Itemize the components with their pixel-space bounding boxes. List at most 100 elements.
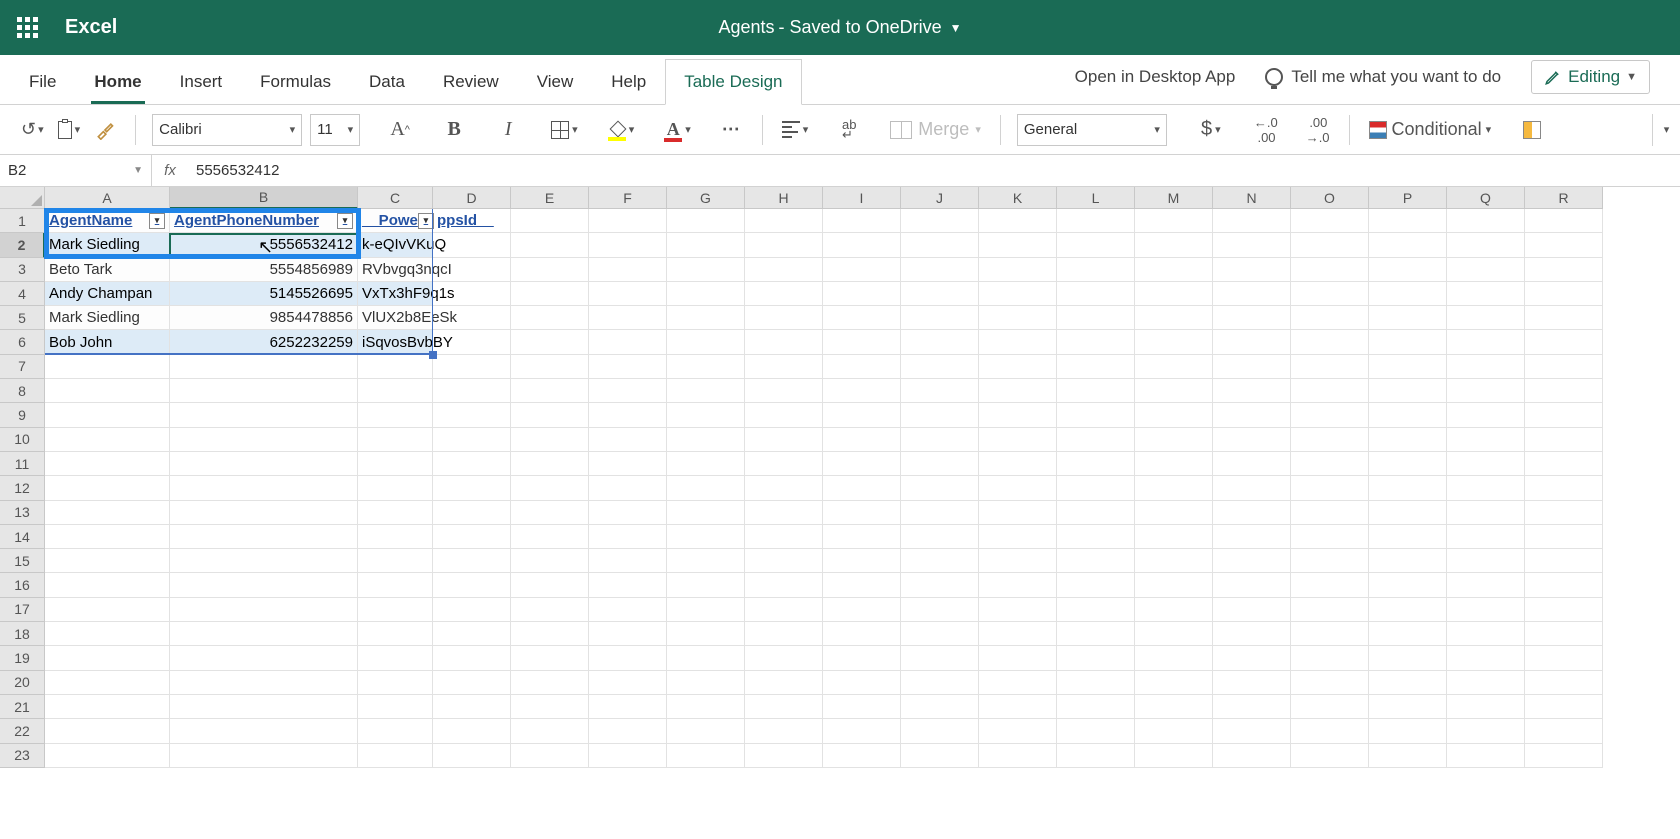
- cell-B8[interactable]: [170, 379, 358, 403]
- cell-K21[interactable]: [979, 695, 1057, 719]
- cell-P3[interactable]: [1369, 258, 1447, 282]
- cell-B18[interactable]: [170, 622, 358, 646]
- cell-B23[interactable]: [170, 744, 358, 768]
- cell-N16[interactable]: [1213, 573, 1291, 597]
- cell-R16[interactable]: [1525, 573, 1603, 597]
- cell-Q22[interactable]: [1447, 719, 1525, 743]
- cell-E18[interactable]: [511, 622, 589, 646]
- font-name-select[interactable]: Calibri▾: [152, 114, 302, 146]
- column-header-J[interactable]: J: [901, 187, 979, 209]
- cell-P20[interactable]: [1369, 671, 1447, 695]
- filter-button[interactable]: ▾: [149, 213, 165, 229]
- cell-I17[interactable]: [823, 598, 901, 622]
- cell-L8[interactable]: [1057, 379, 1135, 403]
- cell-J5[interactable]: [901, 306, 979, 330]
- column-header-R[interactable]: R: [1525, 187, 1603, 209]
- cell-A18[interactable]: [45, 622, 170, 646]
- row-header-10[interactable]: 10: [0, 428, 45, 452]
- cell-E3[interactable]: [511, 258, 589, 282]
- cell-P6[interactable]: [1369, 330, 1447, 354]
- cell-F11[interactable]: [589, 452, 667, 476]
- cell-A20[interactable]: [45, 671, 170, 695]
- cell-E15[interactable]: [511, 549, 589, 573]
- cell-K10[interactable]: [979, 428, 1057, 452]
- filter-button[interactable]: ▾: [418, 213, 434, 229]
- column-header-L[interactable]: L: [1057, 187, 1135, 209]
- more-font-options[interactable]: ⋯: [718, 114, 746, 146]
- cell-M19[interactable]: [1135, 646, 1213, 670]
- cell-H18[interactable]: [745, 622, 823, 646]
- font-color-dropdown[interactable]: A▾: [661, 114, 694, 146]
- cell-K15[interactable]: [979, 549, 1057, 573]
- cell-P2[interactable]: [1369, 233, 1447, 257]
- cell-O15[interactable]: [1291, 549, 1369, 573]
- number-format-select[interactable]: General▾: [1017, 114, 1167, 146]
- tab-review[interactable]: Review: [424, 59, 518, 104]
- cell-H12[interactable]: [745, 476, 823, 500]
- cell-D10[interactable]: [433, 428, 511, 452]
- cell-H8[interactable]: [745, 379, 823, 403]
- cell-D7[interactable]: [433, 355, 511, 379]
- column-header-O[interactable]: O: [1291, 187, 1369, 209]
- cell-E8[interactable]: [511, 379, 589, 403]
- cell-I22[interactable]: [823, 719, 901, 743]
- cell-H23[interactable]: [745, 744, 823, 768]
- cell-R20[interactable]: [1525, 671, 1603, 695]
- cell-H17[interactable]: [745, 598, 823, 622]
- cell-F13[interactable]: [589, 501, 667, 525]
- cell-O4[interactable]: [1291, 282, 1369, 306]
- cell-I15[interactable]: [823, 549, 901, 573]
- cell-N17[interactable]: [1213, 598, 1291, 622]
- cell-J1[interactable]: [901, 209, 979, 233]
- cell-E19[interactable]: [511, 646, 589, 670]
- app-launcher-icon[interactable]: [0, 0, 55, 55]
- cell-B19[interactable]: [170, 646, 358, 670]
- cell-C18[interactable]: [358, 622, 433, 646]
- cell-Q1[interactable]: [1447, 209, 1525, 233]
- cell-C5[interactable]: VlUX2b8EeSk: [358, 306, 433, 330]
- cell-N8[interactable]: [1213, 379, 1291, 403]
- cell-L9[interactable]: [1057, 403, 1135, 427]
- cell-J4[interactable]: [901, 282, 979, 306]
- cell-E7[interactable]: [511, 355, 589, 379]
- cell-N6[interactable]: [1213, 330, 1291, 354]
- cell-F14[interactable]: [589, 525, 667, 549]
- cell-A16[interactable]: [45, 573, 170, 597]
- cell-L1[interactable]: [1057, 209, 1135, 233]
- cell-J6[interactable]: [901, 330, 979, 354]
- cell-A9[interactable]: [45, 403, 170, 427]
- cell-B16[interactable]: [170, 573, 358, 597]
- cell-G16[interactable]: [667, 573, 745, 597]
- cell-Q11[interactable]: [1447, 452, 1525, 476]
- cell-E9[interactable]: [511, 403, 589, 427]
- cell-N21[interactable]: [1213, 695, 1291, 719]
- cell-Q8[interactable]: [1447, 379, 1525, 403]
- cell-I5[interactable]: [823, 306, 901, 330]
- cell-H10[interactable]: [745, 428, 823, 452]
- cell-B10[interactable]: [170, 428, 358, 452]
- cell-A4[interactable]: Andy Champan: [45, 282, 170, 306]
- cell-M14[interactable]: [1135, 525, 1213, 549]
- column-header-B[interactable]: B: [170, 187, 358, 209]
- cell-B1[interactable]: AgentPhoneNumber▾: [170, 209, 358, 233]
- cell-P23[interactable]: [1369, 744, 1447, 768]
- cell-D11[interactable]: [433, 452, 511, 476]
- cell-R23[interactable]: [1525, 744, 1603, 768]
- row-header-13[interactable]: 13: [0, 501, 45, 525]
- cell-L7[interactable]: [1057, 355, 1135, 379]
- cell-D1[interactable]: ppsId__: [433, 209, 511, 233]
- cell-J13[interactable]: [901, 501, 979, 525]
- cell-C1[interactable]: __Powe▾: [358, 209, 433, 233]
- cell-A5[interactable]: Mark Siedling: [45, 306, 170, 330]
- cell-B4[interactable]: 5145526695: [170, 282, 358, 306]
- cell-B13[interactable]: [170, 501, 358, 525]
- cell-I10[interactable]: [823, 428, 901, 452]
- cell-F6[interactable]: [589, 330, 667, 354]
- cell-G8[interactable]: [667, 379, 745, 403]
- cell-R8[interactable]: [1525, 379, 1603, 403]
- italic-button[interactable]: I: [494, 114, 522, 146]
- cell-D21[interactable]: [433, 695, 511, 719]
- cell-F18[interactable]: [589, 622, 667, 646]
- cell-R4[interactable]: [1525, 282, 1603, 306]
- cell-O22[interactable]: [1291, 719, 1369, 743]
